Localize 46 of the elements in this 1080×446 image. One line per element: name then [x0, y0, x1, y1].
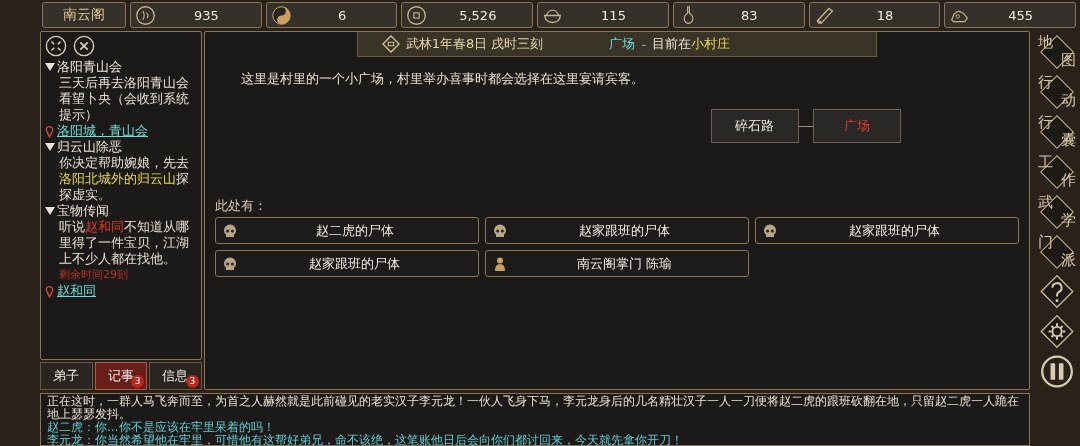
quest-timer: 剩余时间29刻 — [58, 267, 129, 283]
coin-icon — [406, 4, 428, 26]
entity-button[interactable]: 南云阁掌门 陈瑜 — [484, 250, 749, 277]
skull-icon — [491, 222, 508, 239]
resource-value: 455 — [1007, 7, 1035, 23]
region-name: 小村庄 — [691, 35, 731, 53]
quest-description: 听说赵和同不知道从哪里得了一件宝贝，江湖上不少人都在找他。 — [58, 219, 190, 267]
location-label: 目前在 — [652, 35, 692, 53]
resource-value: 83 — [739, 7, 759, 23]
skull-icon — [221, 222, 238, 239]
skull-icon — [761, 222, 778, 239]
entity-button[interactable]: 赵家跟班的尸体 — [754, 217, 1019, 244]
sect-name[interactable]: 南云阁 — [42, 2, 126, 28]
quest-description: 三天后再去洛阳青山会看望卜央（会收到系统提示） — [58, 75, 190, 123]
date-time: 武林1年春8日 戌时三刻 — [405, 35, 544, 53]
narration-text: 正在这时，一群人马飞奔而至，为首之人赫然就是此前碰见的老实汉子李元龙！一伙人飞身下马，李元龙身后的几名精壮汉子一人一刀便将赵二虎的跟班砍翻在地，只留赵二虎一人跪在地上瑟瑟发抖。 — [47, 395, 1020, 421]
present-label: 此处有： — [214, 197, 268, 215]
quest-description: 你决定帮助婉娘，先去 洛阳北城外的归云山探探虚实。 — [58, 155, 190, 203]
collapse-triangle-icon[interactable] — [45, 62, 55, 72]
resource-value: 5,526 — [458, 7, 498, 23]
resource-value: 935 — [192, 7, 220, 23]
diamond-icon — [381, 35, 400, 53]
map-node[interactable]: 碎石路 — [710, 109, 799, 143]
quest-title[interactable]: 洛阳青山会 — [57, 59, 122, 75]
dialogue-line: 赵二虎：你…你不是应该在牢里呆着的吗！ — [47, 421, 276, 434]
resource-value: 115 — [600, 7, 627, 23]
separator: - — [641, 36, 647, 52]
entity-button[interactable]: 赵家跟班的尸体 — [484, 217, 749, 244]
expand-icon[interactable] — [45, 35, 67, 57]
location-link[interactable]: 赵和同 — [57, 283, 96, 299]
location-link[interactable]: 洛阳城，青山会 — [57, 123, 148, 139]
entity-button[interactable]: 赵家跟班的尸体 — [214, 250, 479, 277]
location-pin-icon — [45, 124, 54, 138]
panel-tab[interactable]: 弟子 — [40, 362, 93, 390]
skull-icon — [221, 255, 238, 272]
scene-description: 这里是村里的一个小广场，村里举办喜事时都会选择在这里宴请宾客。 — [240, 71, 645, 87]
quest-title[interactable]: 宝物传闻 — [57, 203, 109, 219]
entity-button[interactable]: 赵二虎的尸体 — [214, 217, 479, 244]
location-pin-icon — [45, 284, 54, 298]
current-place: 广场 — [609, 35, 636, 53]
quest-title[interactable]: 归云山除恶 — [57, 139, 122, 155]
resource-value: 6 — [336, 7, 348, 23]
resource-value: 18 — [875, 7, 895, 23]
close-icon[interactable] — [73, 35, 95, 57]
collapse-triangle-icon[interactable] — [45, 206, 55, 216]
collapse-triangle-icon[interactable] — [45, 142, 55, 152]
